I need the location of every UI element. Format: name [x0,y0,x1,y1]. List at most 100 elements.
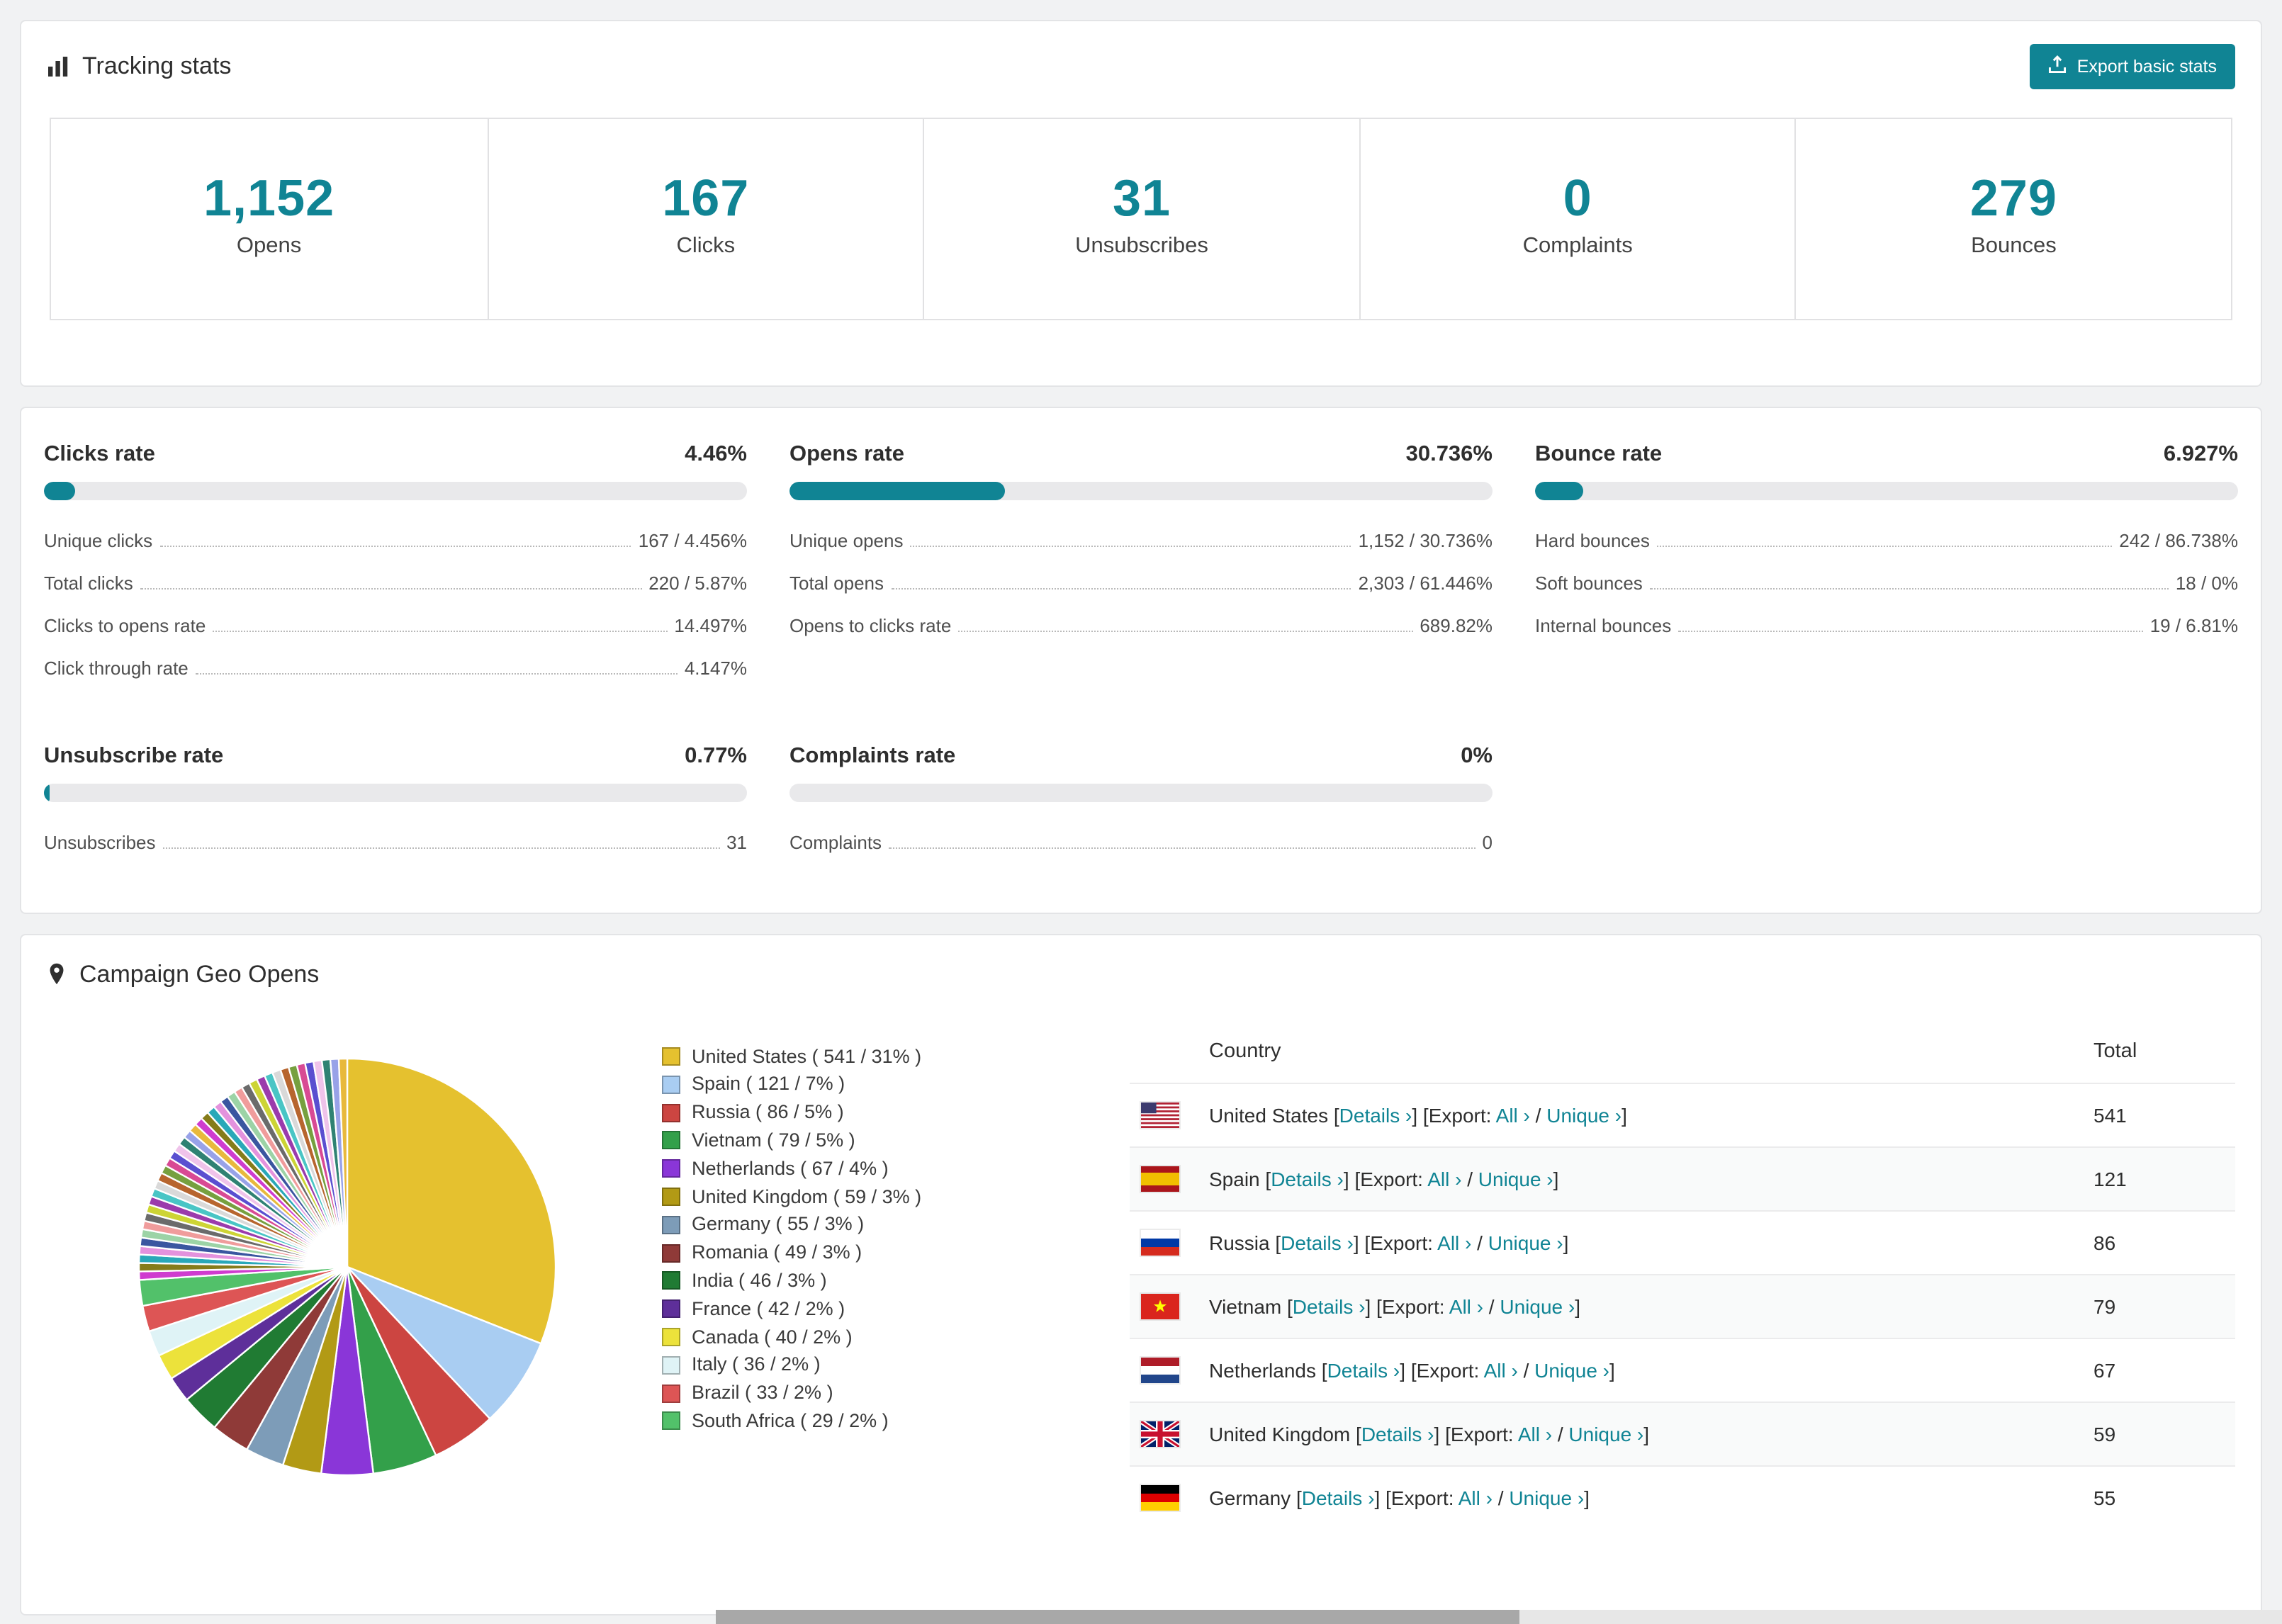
metric-row: Total clicks 220 / 5.87% [44,562,747,604]
metric-value: 4.147% [684,658,747,680]
campaign-tracking-page: Tracking stats Export basic stats 1,152 O… [0,0,2282,1624]
metric-label: Click through rate [44,658,189,680]
flag-column-header [1130,1020,1198,1083]
flag-cell [1130,1273,1198,1338]
metric-row: Clicks to opens rate 14.497% [44,604,747,647]
country-cell: United States [Details ›] [Export: All ›… [1198,1082,2082,1147]
export-all-link[interactable]: All › [1437,1231,1471,1253]
metric-label: Hard bounces [1535,530,1650,552]
legend-item-canada: Canada ( 40 / 2% ) [662,1323,1042,1351]
bar-chart-icon [47,55,69,78]
flag-us [1141,1102,1179,1128]
rate-value: 4.46% [685,441,747,466]
rate-section-unsubscribe-rate: Unsubscribe rate 0.77% Unsubscribes 31 [44,743,747,864]
legend-label: France ( 42 / 2% ) [692,1297,845,1319]
legend-label: Spain ( 121 / 7% ) [692,1073,845,1095]
metric-value: 19 / 6.81% [2149,615,2238,637]
flag-cell [1130,1146,1198,1211]
export-all-link[interactable]: All › [1458,1486,1493,1509]
dotted-leader [889,847,1476,850]
legend-item-russia: Russia ( 86 / 5% ) [662,1098,1042,1127]
details-link[interactable]: Details › [1339,1103,1412,1126]
progress-bar [1535,481,2238,500]
table-row-russia: Russia [Details ›] [Export: All › / Uniq… [1130,1209,2235,1275]
export-basic-stats-button[interactable]: Export basic stats [2030,44,2235,89]
export-all-link[interactable]: All › [1518,1422,1552,1445]
export-unique-link[interactable]: Unique › [1509,1486,1584,1509]
stat-value: 1,152 [203,169,335,227]
metric-label: Complaints [789,832,882,854]
legend-swatch [662,1215,680,1234]
dotted-leader [1656,546,2113,548]
geo-pie-chart [135,1054,560,1479]
legend-swatch [662,1299,680,1319]
table-row-united-states: United States [Details ›] [Export: All ›… [1130,1082,2235,1147]
tracking-stats-card: Tracking stats Export basic stats 1,152 O… [20,20,2262,387]
flag-gb [1141,1421,1179,1447]
metric-row: Click through rate 4.147% [44,647,747,689]
horizontal-scrollbar-thumb[interactable] [716,1610,1519,1624]
rate-title: Opens rate [789,441,904,466]
progress-bar-fill [1535,481,1584,500]
rate-title: Complaints rate [789,743,956,768]
details-link[interactable]: Details › [1271,1167,1344,1190]
export-unique-link[interactable]: Unique › [1500,1295,1575,1317]
progress-bar [44,481,747,500]
rate-section-clicks-rate: Clicks rate 4.46% Unique clicks 167 / 4.456… [44,441,747,689]
legend-swatch [662,1047,680,1066]
rate-section-head: Complaints rate 0% [789,743,1493,769]
table-row-germany: Germany [Details ›] [Export: All › / Uni… [1130,1465,2235,1529]
export-unique-link[interactable]: Unique › [1488,1231,1563,1253]
export-basic-stats-label: Export basic stats [2076,57,2217,77]
details-link[interactable]: Details › [1302,1486,1375,1509]
metric-value: 1,152 / 30.736% [1358,530,1493,552]
country-total: 55 [2082,1465,2235,1529]
details-link[interactable]: Details › [1327,1358,1400,1381]
tracking-stats-header: Tracking stats Export basic stats [21,21,2261,112]
progress-bar-fill [789,481,1006,500]
export-unique-link[interactable]: Unique › [1546,1103,1621,1126]
metric-rows: Hard bounces 242 / 86.738% Soft bounces 18 … [1535,519,2238,647]
rate-section-bounce-rate: Bounce rate 6.927% Hard bounces 242 / 86.73… [1535,441,2238,689]
country-name: United States [1209,1103,1334,1127]
rate-section-head: Opens rate 30.736% [789,441,1493,467]
rate-title: Clicks rate [44,441,155,466]
metric-label: Total clicks [44,573,133,594]
flag-cell [1130,1401,1198,1466]
export-unique-link[interactable]: Unique › [1568,1422,1643,1445]
country-cell: Spain [Details ›] [Export: All › / Uniqu… [1198,1146,2082,1211]
progress-bar [789,783,1493,802]
legend-swatch [662,1271,680,1290]
stat-label: Opens [236,233,302,258]
flag-nl [1141,1357,1179,1383]
legend-swatch [662,1411,680,1431]
metric-value: 31 [726,832,747,854]
map-pin-icon [47,962,67,986]
details-link[interactable]: Details › [1281,1231,1354,1253]
country-name: Vietnam [1209,1295,1287,1318]
export-all-link[interactable]: All › [1496,1103,1530,1126]
export-unique-link[interactable]: Unique › [1534,1358,1609,1381]
metric-value: 0 [1482,832,1493,854]
export-unique-link[interactable]: Unique › [1478,1167,1553,1190]
rate-value: 6.927% [2163,441,2238,466]
export-all-link[interactable]: All › [1449,1295,1483,1317]
dotted-leader [1649,588,2169,590]
progress-bar [44,783,747,802]
geo-opens-card: Campaign Geo Opens United States ( 541 /… [20,933,2262,1615]
details-link[interactable]: Details › [1361,1422,1434,1445]
legend-label: United Kingdom ( 59 / 3% ) [692,1185,922,1207]
export-all-link[interactable]: All › [1427,1167,1461,1190]
metric-row: Hard bounces 242 / 86.738% [1535,519,2238,562]
flag-de [1141,1484,1179,1511]
dotted-leader [162,847,720,850]
export-all-link[interactable]: All › [1484,1358,1518,1381]
metric-row: Opens to clicks rate 689.82% [789,604,1493,647]
metric-rows: Unsubscribes 31 [44,821,747,864]
details-link[interactable]: Details › [1293,1295,1366,1317]
legend-swatch [662,1244,680,1263]
metric-rows: Unique clicks 167 / 4.456% Total clicks 220… [44,519,747,689]
dotted-leader [958,631,1413,633]
legend-swatch [662,1355,680,1375]
metric-value: 242 / 86.738% [2119,530,2238,552]
